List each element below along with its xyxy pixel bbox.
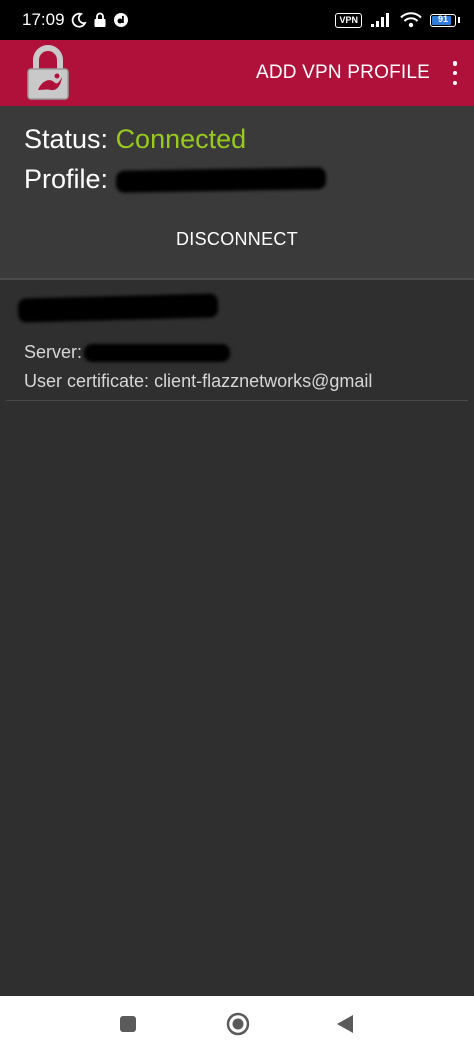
screen: 17:09 VPN 91 ADD VPN PROFILE Status: Con…	[0, 0, 474, 1053]
overflow-menu-icon[interactable]	[450, 61, 460, 85]
moon-icon	[71, 12, 87, 28]
clock: 17:09	[22, 10, 65, 29]
certificate-value: client-flazznetworks@gmail	[154, 371, 373, 391]
redacted-server-address	[84, 343, 231, 362]
profile-line: Profile:	[24, 164, 327, 195]
battery-level: 91	[437, 13, 448, 24]
battery-icon: 91	[430, 13, 456, 27]
vpn-icon: VPN	[335, 12, 362, 28]
vpn-profile-list-item[interactable]: Server: User certificate: client-flazzne…	[6, 282, 468, 401]
certificate-label: User certificate:	[24, 371, 150, 391]
status-label: Status:	[24, 124, 109, 154]
app-bar: ADD VPN PROFILE	[0, 40, 474, 106]
strongswan-lock-icon	[27, 45, 69, 100]
navigation-bar	[0, 996, 474, 1053]
recents-icon[interactable]	[120, 1016, 136, 1032]
server-label: Server:	[24, 342, 83, 362]
back-icon[interactable]	[336, 1014, 354, 1034]
server-line: Server:	[24, 342, 231, 363]
wifi-icon	[400, 12, 422, 28]
vpn-status-panel: Status: Connected Profile: DISCONNECT	[0, 106, 474, 280]
notification-icon	[113, 13, 128, 27]
certificate-line: User certificate: client-flazznetworks@g…	[24, 371, 372, 392]
signal-icon	[371, 13, 389, 27]
add-vpn-profile-button[interactable]: ADD VPN PROFILE	[256, 62, 430, 84]
redacted-profile-title	[17, 293, 219, 325]
status-bar: 17:09 VPN 91	[0, 0, 474, 40]
home-icon[interactable]	[226, 1012, 250, 1036]
redacted-profile-name	[115, 166, 327, 193]
lock-icon	[94, 12, 106, 27]
status-line: Status: Connected	[24, 124, 246, 155]
status-value: Connected	[115, 124, 247, 154]
disconnect-button[interactable]: DISCONNECT	[0, 229, 474, 250]
profile-label: Profile:	[24, 164, 109, 194]
